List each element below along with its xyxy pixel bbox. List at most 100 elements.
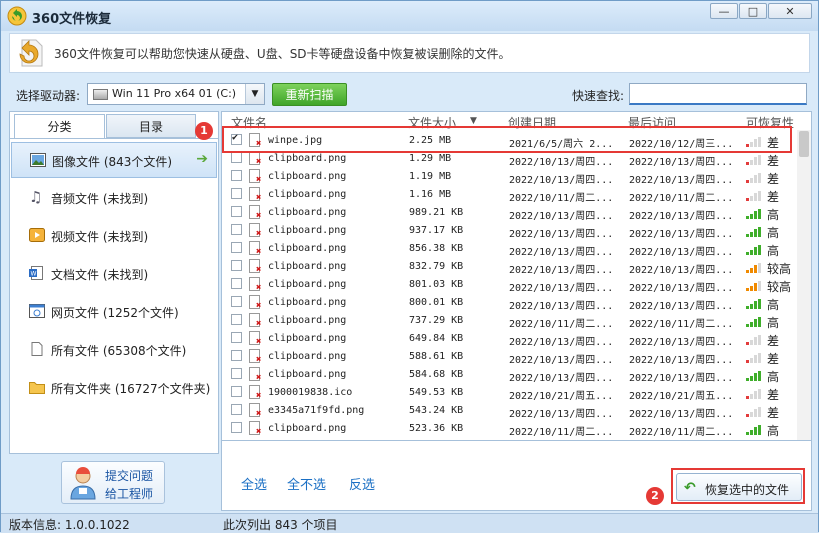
signal-bar [758,406,761,417]
table-row[interactable]: clipboard.png 649.84 KB 2022/10/13/周四... 20… [222,330,811,348]
deleted-file-icon [249,223,261,239]
table-row[interactable]: clipboard.png 856.38 KB 2022/10/13/周四... 20… [222,240,811,258]
drive-select[interactable]: Win 11 Pro x64 01 (C:) ▼ [87,83,265,105]
cell-created: 2022/10/13/周四... [509,229,614,240]
recoverability-signal-icon [746,352,762,363]
tab-directory[interactable]: 目录 [106,114,196,138]
cell-size: 1.16 MB [409,189,452,200]
row-checkbox[interactable] [231,386,242,397]
row-checkbox[interactable] [231,314,242,325]
tab-category[interactable]: 分类 [14,114,105,138]
category-item-image[interactable]: 图像文件 (843个文件) ➔ [11,142,217,178]
cell-recoverability: 差 [767,388,780,402]
table-row[interactable]: clipboard.png 1.16 MB 2022/10/11/周二... 2022… [222,186,811,204]
signal-bar [746,306,749,309]
row-checkbox[interactable] [231,422,242,433]
rescan-button[interactable]: 重新扫描 [272,83,347,106]
deleted-file-icon [249,169,261,185]
signal-bar [754,157,757,165]
recoverability-signal-icon [746,370,762,381]
cell-name: clipboard.png [268,315,347,326]
table-row[interactable]: clipboard.png 1.19 MB 2022/10/13/周四... 2022… [222,168,811,186]
drive-select-value: Win 11 Pro x64 01 (C:) [112,87,237,100]
row-checkbox[interactable] [231,206,242,217]
cell-recoverability: 高 [767,316,780,330]
row-checkbox[interactable] [231,188,242,199]
row-checkbox[interactable] [231,152,242,163]
music-icon: ♫ [29,188,43,206]
contact-engineer-button[interactable]: 提交问题 给工程师 [61,461,165,504]
deleted-file-icon [249,205,261,221]
cell-size: 523.36 KB [409,423,464,434]
row-checkbox[interactable] [231,170,242,181]
table-row[interactable]: clipboard.png 801.03 KB 2022/10/13/周四... 20… [222,276,811,294]
cell-name: clipboard.png [268,369,347,380]
row-checkbox[interactable] [231,224,242,235]
category-item-all-files[interactable]: 所有文件 (65308个文件) [11,332,217,368]
cell-recoverability: 较高 [767,280,792,294]
cell-size: 856.38 KB [409,243,464,254]
recoverability-signal-icon [746,424,762,435]
row-checkbox[interactable] [231,296,242,307]
table-row[interactable]: clipboard.png 584.68 KB 2022/10/13/周四... 20… [222,366,811,384]
deleted-file-icon [249,295,261,311]
cell-size: 649.84 KB [409,333,464,344]
row-checkbox[interactable] [231,260,242,271]
search-input[interactable] [629,83,807,105]
maximize-button[interactable]: □ [739,3,767,19]
table-row[interactable]: clipboard.png 989.21 KB 2022/10/13/周四... 20… [222,204,811,222]
deleted-file-icon [249,187,261,203]
signal-bar [754,211,757,219]
table-row[interactable]: clipboard.png 588.61 KB 2022/10/13/周四... 20… [222,348,811,366]
chevron-down-icon[interactable]: ▼ [245,84,264,104]
minimize-button[interactable]: — [710,3,738,19]
highlight-box-restore-button [671,468,805,504]
row-checkbox[interactable] [231,404,242,415]
cell-accessed: 2022/10/13/周四... [629,229,734,240]
category-item-web[interactable]: 网页文件 (1252个文件) [11,294,217,330]
category-item-video[interactable]: 视频文件 (未找到) [11,218,217,254]
signal-bar [750,393,753,399]
cell-size: 832.79 KB [409,261,464,272]
row-checkbox[interactable] [231,242,242,253]
signal-bar [758,280,761,291]
file-list: 文件名 文件大小 ▼ 创建日期 最后访问 可恢复性 winpe.jpg2.25 … [221,111,812,441]
cell-accessed: 2022/10/13/周四... [629,247,734,258]
table-row[interactable]: clipboard.png 937.17 KB 2022/10/13/周四... 20… [222,222,811,240]
signal-bar [746,234,749,237]
table-row[interactable]: clipboard.png 800.01 KB 2022/10/13/周四... 20… [222,294,811,312]
cell-size: 989.21 KB [409,207,464,218]
signal-bar [754,301,757,309]
row-checkbox[interactable] [231,350,242,361]
scrollbar-thumb[interactable] [799,131,809,157]
cell-recoverability: 高 [767,370,780,384]
row-checkbox[interactable] [231,278,242,289]
select-none-link[interactable]: 全不选 [287,474,326,493]
row-checkbox[interactable] [231,332,242,343]
table-row[interactable]: clipboard.png 832.79 KB 2022/10/13/周四... 20… [222,258,811,276]
table-row[interactable]: e3345a71f9fd.png 543.24 KB 2022/10/13/周四..… [222,402,811,420]
select-all-link[interactable]: 全选 [241,474,267,493]
invert-selection-link[interactable]: 反选 [349,474,375,493]
category-item-all-folders[interactable]: 所有文件夹 (16727个文件夹) [11,370,217,406]
cell-name: 1900019838.ico [268,387,353,398]
cell-name: clipboard.png [268,189,347,200]
table-row[interactable]: clipboard.png 523.36 KB 2022/10/11/周二... 20… [222,420,811,438]
signal-bar [754,391,757,399]
cell-name: clipboard.png [268,297,347,308]
cell-accessed: 2022/10/13/周四... [629,337,734,348]
signal-bar [758,154,761,165]
row-checkbox[interactable] [231,368,242,379]
cell-name: clipboard.png [268,279,347,290]
deleted-file-icon [249,349,261,365]
cell-name: clipboard.png [268,153,347,164]
signal-bar [758,262,761,273]
table-row[interactable]: clipboard.png 737.29 KB 2022/10/11/周二... 20… [222,312,811,330]
vertical-scrollbar[interactable] [797,130,811,440]
cell-accessed: 2022/10/13/周四... [629,283,734,294]
category-item-document[interactable]: W 文档文件 (未找到) [11,256,217,292]
cell-size: 549.53 KB [409,387,464,398]
category-item-audio[interactable]: ♫ 音频文件 (未找到) [11,180,217,216]
table-row[interactable]: 1900019838.ico 549.53 KB 2022/10/21/周五... 2… [222,384,811,402]
close-button[interactable]: ✕ [768,3,812,19]
